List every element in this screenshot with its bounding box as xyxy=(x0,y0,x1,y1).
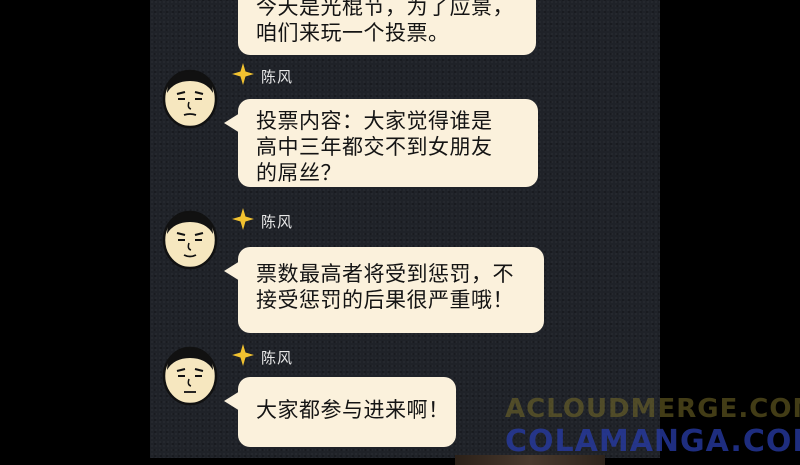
sender-avatar[interactable] xyxy=(162,208,218,270)
message-bubble: 今天是光棍节，为了应景， 咱们来玩一个投票。 xyxy=(238,0,536,55)
sender-avatar[interactable] xyxy=(162,344,218,406)
cartoon-face-avatar-icon xyxy=(162,346,218,406)
message-bubble: 大家都参与进来啊！ xyxy=(224,377,456,447)
sender-name: 陈风 xyxy=(261,213,294,231)
message-line: 高中三年都交不到女朋友 xyxy=(256,135,493,159)
message-bubble: 投票内容：大家觉得谁是 高中三年都交不到女朋友 的屌丝？ xyxy=(224,99,538,187)
message-bubble: 票数最高者将受到惩罚，不 接受惩罚的后果很严重哦！ xyxy=(224,247,544,333)
message-line: 投票内容：大家觉得谁是 xyxy=(256,109,493,133)
message-line: 票数最高者将受到惩罚，不 xyxy=(256,262,514,286)
watermark-text: ACLOUDMERGE.COM xyxy=(505,394,800,424)
message-line: 今天是光棍节，为了应景， xyxy=(256,0,514,19)
sender-avatar[interactable] xyxy=(162,67,218,129)
message-line: 的屌丝？ xyxy=(256,161,342,185)
gold-star-badge-icon xyxy=(232,344,254,366)
watermark-text: COLAMANGA.COM xyxy=(505,424,800,459)
message-line: 大家都参与进来啊！ xyxy=(256,398,450,422)
sender-name: 陈风 xyxy=(261,349,294,367)
chat-panel: 今天是光棍节，为了应景， 咱们来玩一个投票。 陈风 投票内容：大家觉得谁是 高中… xyxy=(150,0,660,458)
message-line: 接受惩罚的后果很严重哦！ xyxy=(256,288,514,312)
message-line: 咱们来玩一个投票。 xyxy=(256,21,450,45)
gold-star-badge-icon xyxy=(232,208,254,230)
cartoon-face-avatar-icon xyxy=(162,69,218,129)
sender-name: 陈风 xyxy=(261,68,294,86)
cartoon-face-avatar-icon xyxy=(162,210,218,270)
gold-star-badge-icon xyxy=(232,63,254,85)
